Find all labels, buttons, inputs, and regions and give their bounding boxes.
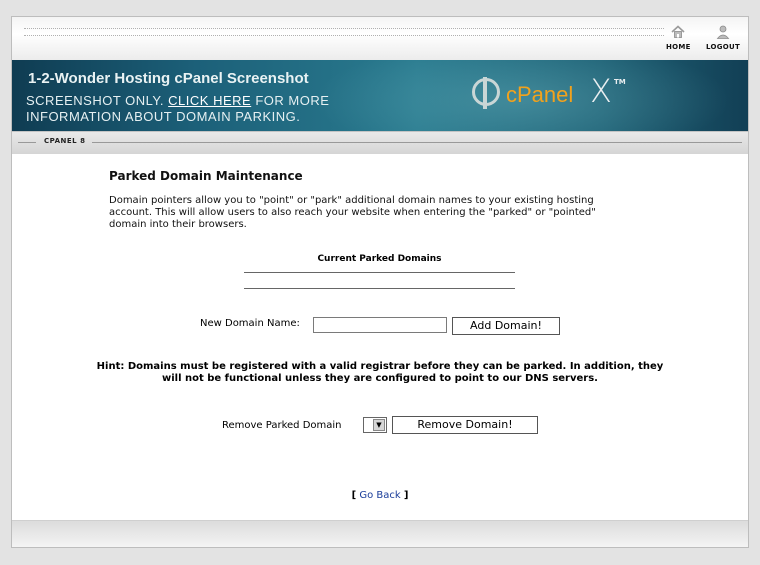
remove-domain-button[interactable]: Remove Domain!	[392, 416, 538, 434]
divider	[18, 142, 36, 143]
cpanel-logo-mark	[472, 77, 500, 109]
logout-button[interactable]: LOGOUT	[706, 25, 740, 51]
cpanel-logo-tm: TM	[614, 78, 626, 86]
home-label: HOME	[666, 43, 691, 51]
add-domain-button[interactable]: Add Domain!	[452, 317, 560, 335]
new-domain-input[interactable]	[313, 317, 447, 333]
go-back-bracket-open: [	[351, 490, 357, 501]
banner-text-screenshot-only: SCREENSHOT ONLY.	[26, 93, 165, 108]
banner-title: 1-2-Wonder Hosting cPanel Screenshot	[28, 70, 309, 87]
banner-line-1: SCREENSHOT ONLY. CLICK HERE FOR MORE	[26, 93, 329, 108]
divider	[92, 142, 742, 143]
main-content: Parked Domain Maintenance Domain pointer…	[12, 153, 748, 523]
cpanel-logo-text: cPanel	[506, 82, 574, 107]
cpanel-logo-x: X	[590, 72, 612, 110]
top-nav-bar: HOME LOGOUT	[12, 17, 748, 60]
decorative-dotted-rule	[24, 28, 664, 36]
banner-line-2: INFORMATION ABOUT DOMAIN PARKING.	[26, 109, 301, 124]
new-domain-label: New Domain Name:	[200, 318, 300, 329]
hint-text: Hint: Domains must be registered with a …	[96, 361, 664, 384]
banner-text-for-more: FOR MORE	[255, 93, 330, 108]
go-back-link[interactable]: Go Back	[359, 490, 400, 501]
remove-domain-select[interactable]: ▼	[363, 417, 387, 433]
home-icon	[671, 25, 685, 38]
parked-domains-top-rule	[244, 272, 515, 273]
chevron-down-icon: ▼	[373, 419, 385, 431]
home-button[interactable]: HOME	[666, 25, 691, 51]
header-banner: 1-2-Wonder Hosting cPanel Screenshot SCR…	[12, 60, 748, 131]
remove-parked-domain-label: Remove Parked Domain	[222, 420, 342, 431]
current-parked-domains-heading: Current Parked Domains	[317, 254, 442, 264]
parked-domains-bottom-rule	[244, 288, 515, 289]
footer-bar	[12, 520, 748, 547]
breadcrumb-label: CPANEL 8	[44, 137, 86, 145]
page-description: Domain pointers allow you to "point" or …	[109, 195, 596, 230]
user-icon	[716, 25, 730, 39]
go-back-bracket-close: ]	[403, 490, 409, 501]
click-here-link[interactable]: CLICK HERE	[168, 93, 251, 108]
go-back-nav: [ Go Back ]	[12, 490, 748, 501]
cpanel-window: HOME LOGOUT 1-2-Wonder Hosting cPanel Sc…	[11, 16, 749, 548]
breadcrumb-bar: CPANEL 8	[12, 131, 748, 154]
page-title: Parked Domain Maintenance	[109, 169, 303, 183]
logout-label: LOGOUT	[706, 43, 741, 51]
